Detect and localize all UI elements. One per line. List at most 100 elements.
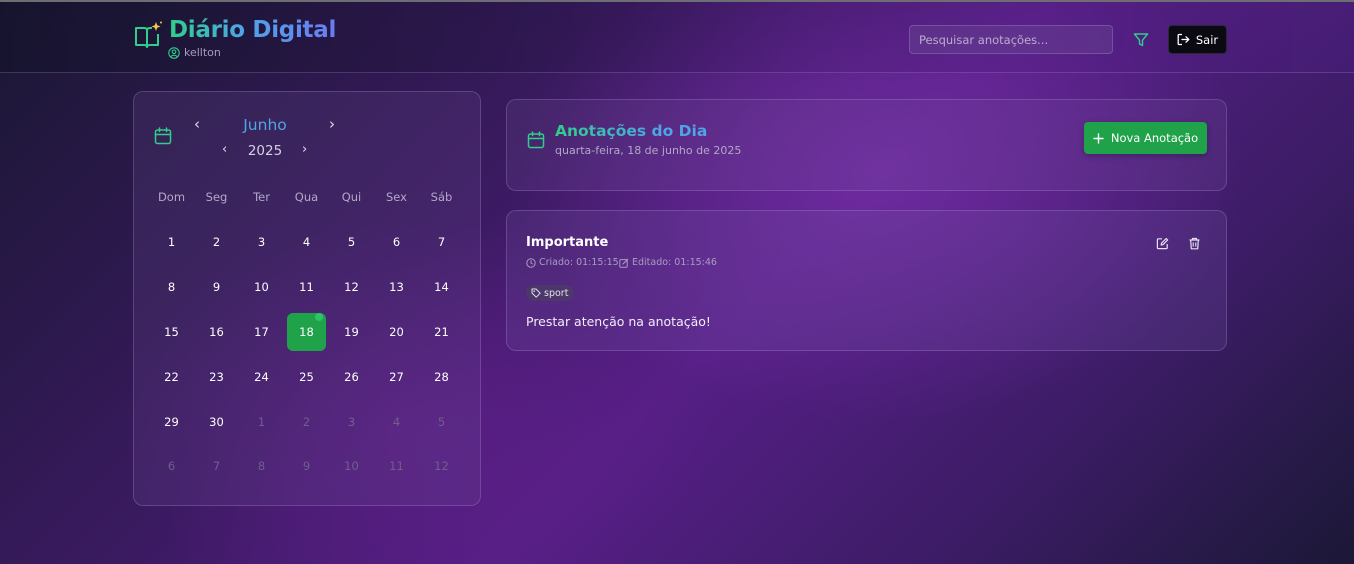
calendar-day-number: 25 bbox=[299, 369, 314, 384]
calendar-day[interactable]: 13 bbox=[374, 265, 419, 310]
calendar-day[interactable]: 21 bbox=[419, 310, 464, 355]
calendar-day[interactable]: 22 bbox=[149, 354, 194, 399]
calendar-day[interactable]: 10 bbox=[239, 265, 284, 310]
username: kellton bbox=[184, 46, 221, 59]
calendar-day-number: 12 bbox=[344, 280, 359, 295]
calendar-day[interactable]: 16 bbox=[194, 310, 239, 355]
calendar-day-number: 6 bbox=[167, 459, 176, 474]
prev-month-button[interactable]: ‹ bbox=[194, 117, 200, 132]
calendar-day[interactable]: 9 bbox=[194, 265, 239, 310]
calendar-day[interactable]: 27 bbox=[374, 354, 419, 399]
calendar-day[interactable]: 25 bbox=[284, 354, 329, 399]
note-body: Prestar atenção na anotação! bbox=[526, 314, 711, 329]
calendar-day-number: 30 bbox=[209, 414, 224, 429]
new-note-button[interactable]: Nova Anotação bbox=[1084, 122, 1207, 154]
calendar-day[interactable]: 7 bbox=[419, 220, 464, 265]
calendar-day[interactable]: 1 bbox=[239, 399, 284, 444]
weekday-label: Seg bbox=[205, 190, 228, 204]
calendar-day-number: 29 bbox=[164, 414, 179, 429]
calendar-day[interactable]: 5 bbox=[329, 220, 374, 265]
calendar-day[interactable]: 5 bbox=[419, 399, 464, 444]
month-label: Junho bbox=[243, 116, 287, 134]
prev-year-button[interactable]: ‹ bbox=[222, 143, 227, 156]
calendar-day[interactable]: 29 bbox=[149, 399, 194, 444]
calendar-day[interactable]: 14 bbox=[419, 265, 464, 310]
calendar-day-number: 6 bbox=[392, 235, 401, 250]
app-title: Diário Digital bbox=[169, 17, 337, 43]
book-sparkle-icon bbox=[135, 21, 162, 48]
app-header: Diário Digital kellton Sair bbox=[0, 2, 1354, 73]
tag-icon bbox=[531, 288, 541, 298]
calendar-day[interactable]: 26 bbox=[329, 354, 374, 399]
calendar-day[interactable]: 30 bbox=[194, 399, 239, 444]
calendar-day[interactable]: 28 bbox=[419, 354, 464, 399]
weekday-label: Dom bbox=[157, 190, 186, 204]
calendar-day[interactable]: 9 bbox=[284, 444, 329, 489]
weekday-label: Ter bbox=[253, 190, 270, 204]
calendar-day[interactable]: 11 bbox=[374, 444, 419, 489]
calendar-days-grid: 1 2 3 4 5 6 7 8 9 10 11 12 13 14 15 16 17 18 19 20 21 22 23 24 2… bbox=[149, 220, 464, 489]
calendar-day-selected[interactable]: 18 bbox=[284, 310, 329, 355]
calendar-day-number: 2 bbox=[302, 414, 311, 429]
calendar-day-number: 14 bbox=[434, 280, 449, 295]
next-month-button[interactable]: › bbox=[329, 117, 335, 132]
calendar-day-number: 4 bbox=[302, 235, 311, 250]
calendar-day-number: 8 bbox=[167, 280, 176, 295]
calendar-day[interactable]: 17 bbox=[239, 310, 284, 355]
calendar-icon bbox=[154, 127, 172, 145]
calendar-day-number: 17 bbox=[254, 324, 269, 339]
note-edited-text: Editado: 01:15:46 bbox=[632, 257, 717, 268]
next-year-button[interactable]: › bbox=[302, 143, 307, 156]
calendar-day[interactable]: 8 bbox=[239, 444, 284, 489]
calendar-day[interactable]: 12 bbox=[419, 444, 464, 489]
edit-note-button[interactable] bbox=[1153, 234, 1171, 252]
weekday-label: Qui bbox=[341, 190, 362, 204]
delete-note-button[interactable] bbox=[1185, 234, 1203, 252]
calendar-day[interactable]: 20 bbox=[374, 310, 419, 355]
note-edited: Editado: 01:15:46 bbox=[619, 257, 717, 268]
search-input[interactable] bbox=[909, 25, 1113, 54]
calendar-day[interactable]: 3 bbox=[329, 399, 374, 444]
calendar-day[interactable]: 8 bbox=[149, 265, 194, 310]
calendar-day[interactable]: 4 bbox=[374, 399, 419, 444]
note-tag-label: sport bbox=[544, 287, 569, 299]
calendar-day-number: 3 bbox=[257, 235, 266, 250]
calendar-day-number: 4 bbox=[392, 414, 401, 429]
calendar-day[interactable]: 23 bbox=[194, 354, 239, 399]
calendar-day-number: 23 bbox=[209, 369, 224, 384]
calendar-day[interactable]: 11 bbox=[284, 265, 329, 310]
filter-button[interactable] bbox=[1130, 29, 1152, 51]
calendar-day-number: 11 bbox=[389, 459, 404, 474]
calendar-day[interactable]: 1 bbox=[149, 220, 194, 265]
calendar-day[interactable]: 2 bbox=[284, 399, 329, 444]
calendar-day-number: 1 bbox=[257, 414, 266, 429]
calendar-day-number: 9 bbox=[302, 459, 311, 474]
calendar-day[interactable]: 19 bbox=[329, 310, 374, 355]
calendar-day[interactable]: 4 bbox=[284, 220, 329, 265]
user-info: kellton bbox=[168, 46, 221, 59]
note-created: Criado: 01:15:15 bbox=[526, 257, 619, 268]
calendar-day[interactable]: 6 bbox=[149, 444, 194, 489]
calendar-day[interactable]: 10 bbox=[329, 444, 374, 489]
calendar-day[interactable]: 2 bbox=[194, 220, 239, 265]
calendar-day-number: 24 bbox=[254, 369, 269, 384]
calendar-day-number: 1 bbox=[167, 235, 176, 250]
trash-icon bbox=[1189, 237, 1199, 249]
calendar-day-number: 15 bbox=[164, 324, 179, 339]
calendar-day-number: 13 bbox=[389, 280, 404, 295]
calendar-day-number: 12 bbox=[434, 459, 449, 474]
calendar-day[interactable]: 15 bbox=[149, 310, 194, 355]
calendar-day[interactable]: 12 bbox=[329, 265, 374, 310]
calendar-day-number: 16 bbox=[209, 324, 224, 339]
plus-icon bbox=[1093, 132, 1104, 144]
filter-icon bbox=[1133, 33, 1149, 47]
user-circle-icon bbox=[168, 46, 180, 59]
calendar-day-number: 21 bbox=[434, 324, 449, 339]
note-tag[interactable]: sport bbox=[526, 285, 575, 301]
calendar-day[interactable]: 3 bbox=[239, 220, 284, 265]
calendar-day[interactable]: 6 bbox=[374, 220, 419, 265]
logout-button[interactable]: Sair bbox=[1168, 25, 1227, 54]
calendar-day[interactable]: 7 bbox=[194, 444, 239, 489]
calendar-day[interactable]: 24 bbox=[239, 354, 284, 399]
calendar-day-number: 20 bbox=[389, 324, 404, 339]
